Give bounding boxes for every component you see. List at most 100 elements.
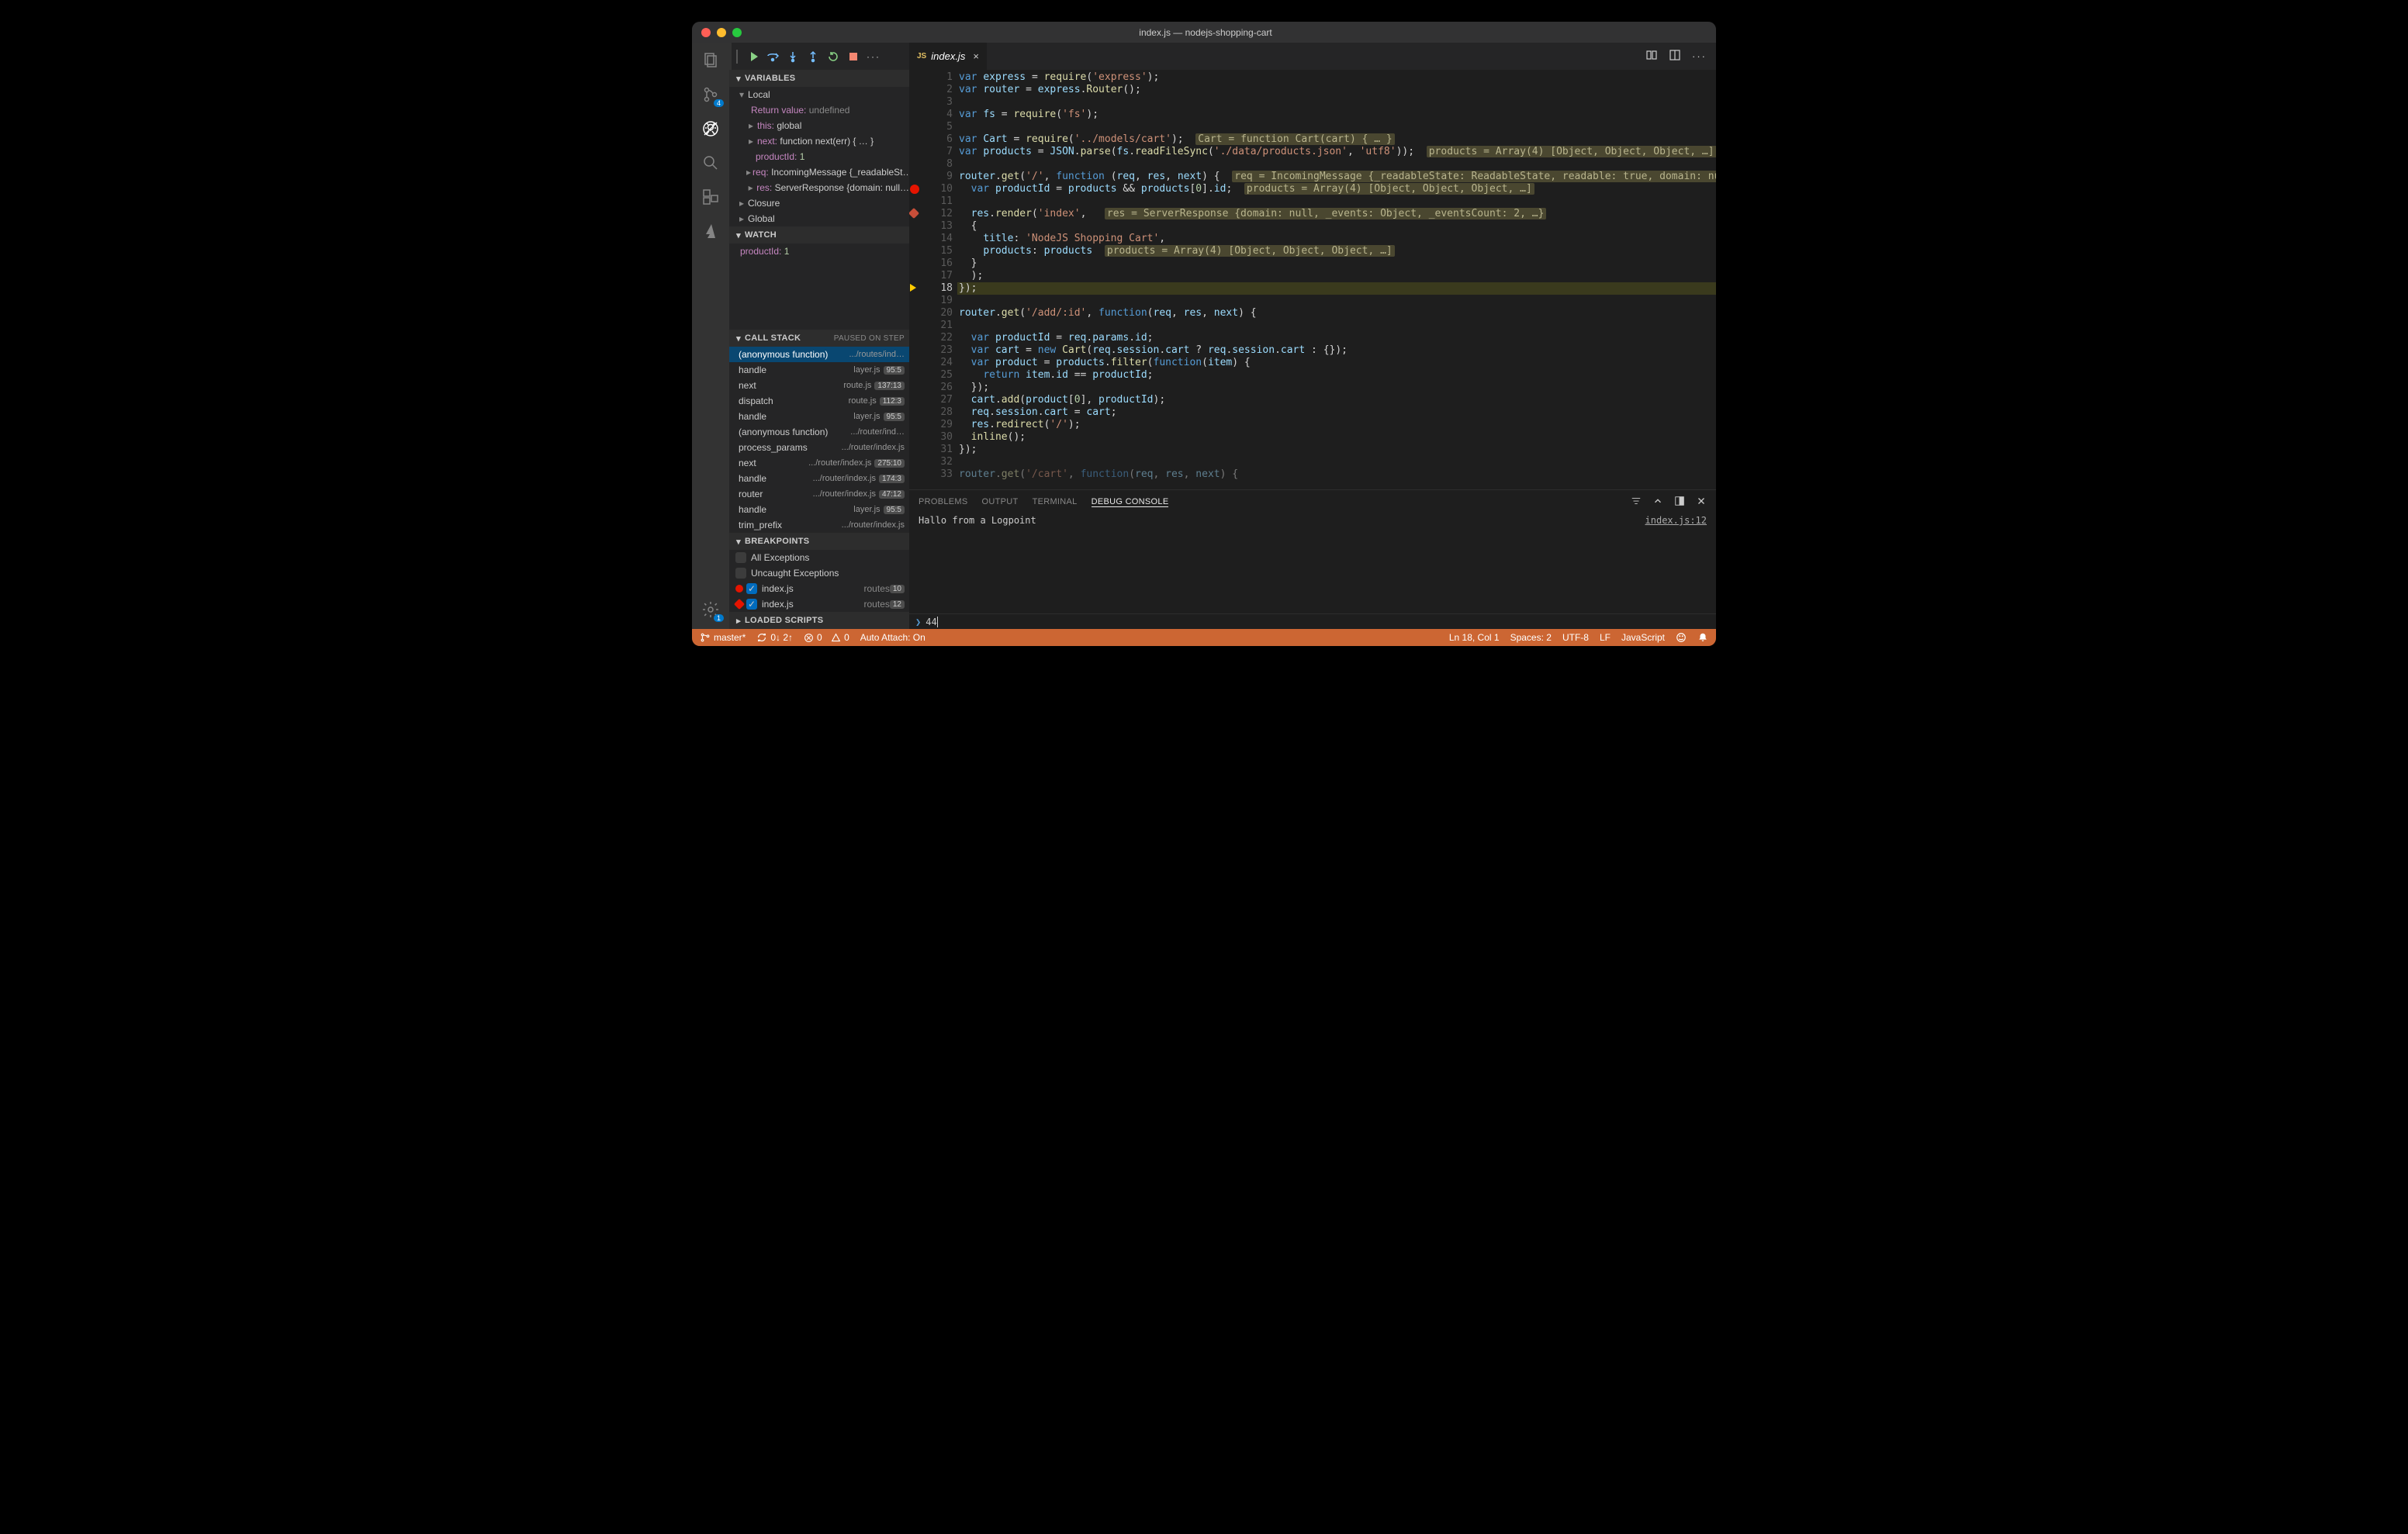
line-number-gutter[interactable]: 1234567891011121314151617181920212223242… xyxy=(922,70,957,489)
azure-icon[interactable] xyxy=(701,221,721,241)
callstack-frame[interactable]: handlelayer.js95:5 xyxy=(729,502,909,517)
variables-section-header[interactable]: ▾VARIABLES xyxy=(729,70,909,87)
panel-tab-debug-console[interactable]: DEBUG CONSOLE xyxy=(1092,497,1169,507)
callstack-status: PAUSED ON STEP xyxy=(834,334,905,343)
code-content[interactable]: var express = require('express');var rou… xyxy=(957,70,1716,489)
language-mode[interactable]: JavaScript xyxy=(1621,632,1665,643)
breakpoints-section-header[interactable]: ▾BREAKPOINTS xyxy=(729,533,909,550)
var-res[interactable]: ▸res: ServerResponse {domain: null… xyxy=(729,180,909,195)
debug-console-output[interactable]: Hallo from a Logpoint index.js:12 xyxy=(909,513,1716,613)
glyph-margin[interactable] xyxy=(909,70,922,489)
settings-icon[interactable]: 1 xyxy=(701,599,721,620)
var-this[interactable]: ▸this: global xyxy=(729,118,909,133)
callstack-frame[interactable]: nextroute.js137:13 xyxy=(729,378,909,393)
var-productid[interactable]: productId: 1 xyxy=(729,149,909,164)
debug-icon[interactable] xyxy=(701,119,721,139)
titlebar: index.js — nodejs-shopping-cart xyxy=(692,22,1716,43)
auto-attach-status[interactable]: Auto Attach: On xyxy=(860,632,925,643)
variables-label: VARIABLES xyxy=(745,74,795,83)
panel-tab-problems[interactable]: PROBLEMS xyxy=(919,497,968,506)
scope-local[interactable]: ▾Local xyxy=(729,87,909,102)
callstack-list: (anonymous function).../routes/ind…handl… xyxy=(729,347,909,533)
branch-status[interactable]: master* xyxy=(700,632,746,643)
callstack-frame[interactable]: router.../router/index.js47:12 xyxy=(729,486,909,502)
indentation[interactable]: Spaces: 2 xyxy=(1510,632,1552,643)
activity-bar: 4 1 xyxy=(692,43,729,629)
watch-item[interactable]: productId: 1 xyxy=(729,244,909,259)
explorer-icon[interactable] xyxy=(701,50,721,71)
tab-index-js[interactable]: JS index.js × xyxy=(909,43,988,70)
step-into-button[interactable] xyxy=(784,48,801,65)
callstack-frame[interactable]: dispatchroute.js112:3 xyxy=(729,393,909,409)
panel-tab-output[interactable]: OUTPUT xyxy=(982,497,1019,506)
bp-all-exceptions[interactable]: All Exceptions xyxy=(729,550,909,565)
extensions-icon[interactable] xyxy=(701,187,721,207)
loaded-scripts-section-header[interactable]: ▸LOADED SCRIPTS xyxy=(729,612,909,629)
debug-sidebar: ··· ▾VARIABLES ▾Local Return value: unde… xyxy=(729,43,909,629)
editor-actions: ··· xyxy=(1636,43,1716,70)
eol[interactable]: LF xyxy=(1600,632,1611,643)
scm-icon[interactable]: 4 xyxy=(701,85,721,105)
callstack-frame[interactable]: trim_prefix.../router/index.js xyxy=(729,517,909,533)
compare-icon[interactable] xyxy=(1645,49,1658,64)
bp-row-2[interactable]: ✓index.jsroutes12 xyxy=(729,596,909,612)
debug-more-button[interactable]: ··· xyxy=(865,48,882,65)
var-return[interactable]: Return value: undefined xyxy=(729,102,909,118)
chevron-up-icon[interactable] xyxy=(1652,496,1663,509)
breakpoint-dot-icon xyxy=(735,585,743,593)
stop-button[interactable] xyxy=(845,48,862,65)
maximize-panel-icon[interactable] xyxy=(1674,496,1685,509)
code-editor[interactable]: 1234567891011121314151617181920212223242… xyxy=(909,70,1716,489)
app-window: index.js — nodejs-shopping-cart 4 1 xyxy=(692,22,1716,646)
callstack-frame[interactable]: next.../router/index.js275:10 xyxy=(729,455,909,471)
var-next[interactable]: ▸next: function next(err) { … } xyxy=(729,133,909,149)
callstack-frame[interactable]: handlelayer.js95:5 xyxy=(729,362,909,378)
errors-status[interactable]: 0 0 xyxy=(804,632,849,643)
js-file-icon: JS xyxy=(917,52,926,60)
feedback-icon[interactable] xyxy=(1676,632,1687,643)
debug-toolbar: ··· xyxy=(729,43,909,70)
log-source-link[interactable]: index.js:12 xyxy=(1645,515,1707,612)
callstack-frame[interactable]: handle.../router/index.js174:3 xyxy=(729,471,909,486)
restart-button[interactable] xyxy=(825,48,842,65)
var-req[interactable]: ▸req: IncomingMessage {_readableSt… xyxy=(729,164,909,180)
sync-status[interactable]: 0↓ 2↑ xyxy=(756,632,793,643)
bp-row-1[interactable]: ✓index.jsroutes10 xyxy=(729,581,909,596)
callstack-frame[interactable]: process_params.../router/index.js xyxy=(729,440,909,455)
tab-close-button[interactable]: × xyxy=(973,50,979,62)
step-out-button[interactable] xyxy=(804,48,822,65)
filter-icon[interactable] xyxy=(1631,496,1642,509)
body: 4 1 ··· ▾VARIABLES ▾Local xyxy=(692,43,1716,629)
callstack-label: CALL STACK xyxy=(745,333,801,343)
cursor-position[interactable]: Ln 18, Col 1 xyxy=(1449,632,1500,643)
step-over-button[interactable] xyxy=(764,48,781,65)
panel-tab-terminal[interactable]: TERMINAL xyxy=(1033,497,1078,506)
log-message: Hallo from a Logpoint xyxy=(919,515,1036,612)
watch-section-header[interactable]: ▾WATCH xyxy=(729,226,909,244)
checkbox-unchecked[interactable] xyxy=(735,552,746,563)
loaded-scripts-label: LOADED SCRIPTS xyxy=(745,616,823,625)
bell-icon[interactable] xyxy=(1697,632,1708,643)
checkbox-checked[interactable]: ✓ xyxy=(746,599,757,610)
repl-text: 44 xyxy=(925,617,936,627)
settings-badge: 1 xyxy=(714,614,724,622)
scope-closure[interactable]: ▸Closure xyxy=(729,195,909,211)
callstack-section-header[interactable]: ▾CALL STACKPAUSED ON STEP xyxy=(729,330,909,347)
continue-button[interactable] xyxy=(744,48,761,65)
debug-repl-input[interactable]: ❯ 44 xyxy=(909,613,1716,629)
status-bar: master* 0↓ 2↑ 0 0 Auto Attach: On Ln 18,… xyxy=(692,629,1716,646)
callstack-frame[interactable]: handlelayer.js95:5 xyxy=(729,409,909,424)
editor-more-icon[interactable]: ··· xyxy=(1692,50,1707,62)
checkbox-checked[interactable]: ✓ xyxy=(746,583,757,594)
encoding[interactable]: UTF-8 xyxy=(1562,632,1589,643)
panel-tabs: PROBLEMS OUTPUT TERMINAL DEBUG CONSOLE xyxy=(909,490,1716,513)
callstack-frame[interactable]: (anonymous function).../routes/ind… xyxy=(729,347,909,362)
split-editor-icon[interactable] xyxy=(1669,49,1681,64)
search-icon[interactable] xyxy=(701,153,721,173)
editor-area: JS index.js × ··· 1234567891011121314151… xyxy=(909,43,1716,629)
checkbox-unchecked[interactable] xyxy=(735,568,746,579)
callstack-frame[interactable]: (anonymous function).../router/ind… xyxy=(729,424,909,440)
bp-uncaught-exceptions[interactable]: Uncaught Exceptions xyxy=(729,565,909,581)
scope-global[interactable]: ▸Global xyxy=(729,211,909,226)
close-panel-icon[interactable] xyxy=(1696,496,1707,509)
